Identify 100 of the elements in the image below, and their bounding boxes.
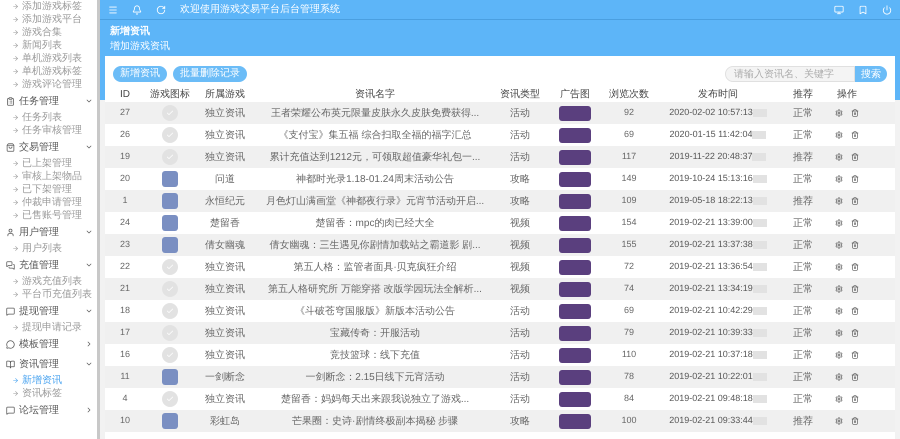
views-cell-text: 110 [620, 348, 638, 362]
settings-icon[interactable] [835, 307, 843, 315]
type-cell-text: 活动 [509, 128, 531, 142]
recommend-cell-text: 正常 [792, 128, 814, 142]
ad-image-placeholder [559, 282, 591, 296]
type-cell-text: 活动 [509, 370, 531, 384]
column-header: 资讯类型 [499, 88, 541, 102]
blank-icon-placeholder [162, 127, 178, 143]
settings-icon[interactable] [835, 263, 843, 271]
sidebar-group[interactable]: 交易管理 [0, 137, 97, 157]
trash-icon[interactable] [851, 131, 859, 139]
views-cell-text: 78 [622, 370, 635, 384]
game-cell-text: 独立资讯 [204, 260, 246, 274]
trash-icon[interactable] [851, 329, 859, 337]
arrow-icon [12, 114, 19, 121]
arrow-icon [12, 377, 19, 384]
page-subtitle: 增加游戏资讯 [110, 40, 171, 54]
sidebar-group[interactable]: 模板管理 [0, 334, 97, 354]
bag-icon [6, 142, 15, 152]
sidebar-item[interactable]: 已售账号管理 [0, 209, 97, 222]
sidebar-item[interactable]: 单机游戏标签 [0, 65, 97, 78]
sidebar-item[interactable]: 新闻列表 [0, 39, 97, 52]
id-cell-text: 16 [118, 348, 131, 362]
ad-image-placeholder [559, 392, 591, 406]
sidebar-group[interactable]: 充值管理 [0, 255, 97, 275]
settings-icon[interactable] [835, 395, 843, 403]
sidebar-item[interactable]: 添加游戏标签 [0, 0, 97, 13]
trash-icon[interactable] [851, 373, 859, 381]
type-cell-text: 活动 [509, 150, 531, 164]
settings-icon[interactable] [835, 373, 843, 381]
settings-icon[interactable] [835, 241, 843, 249]
settings-icon[interactable] [835, 153, 843, 161]
settings-icon[interactable] [835, 351, 843, 359]
news-title-cell-text: 神都时光录1.18-01.24周末活动公告 [295, 172, 455, 186]
trash-icon[interactable] [851, 395, 859, 403]
settings-icon[interactable] [835, 175, 843, 183]
time-cell-text: 2019-02-21 13:37:38 [669, 238, 753, 252]
trash-icon[interactable] [851, 153, 859, 161]
sidebar-group[interactable]: 资讯管理 [0, 354, 97, 374]
sidebar-item[interactable]: 新增资讯 [0, 374, 97, 387]
trash-icon[interactable] [851, 263, 859, 271]
sidebar-item[interactable]: 提现申请记录 [0, 321, 97, 334]
news-title-cell-text: 一剑断念：2.15日线下元宵活动 [304, 370, 446, 384]
sidebar-group[interactable]: 用户管理 [0, 222, 97, 242]
sidebar-item[interactable]: 游戏合集 [0, 26, 97, 39]
views-cell-text: 149 [620, 172, 638, 186]
news-title-cell-text: 《支付宝》集五福 综合扫取全福的福字汇总 [278, 128, 472, 142]
trash-icon[interactable] [851, 285, 859, 293]
trash-icon[interactable] [851, 219, 859, 227]
id-cell-text: 24 [118, 216, 131, 230]
game-icon-photo-placeholder [162, 369, 178, 385]
sidebar-item[interactable]: 仲裁申请管理 [0, 196, 97, 209]
type-cell-text: 攻略 [509, 172, 531, 186]
trash-icon[interactable] [851, 351, 859, 359]
sidebar-item[interactable]: 单机游戏列表 [0, 52, 97, 65]
sidebar-item[interactable]: 任务审核管理 [0, 124, 97, 137]
id-cell-text: 1 [121, 194, 128, 208]
trash-icon[interactable] [851, 241, 859, 249]
settings-icon[interactable] [835, 417, 843, 425]
search-field[interactable]: 请输入资讯名、关键字 [725, 66, 855, 82]
settings-icon[interactable] [835, 197, 843, 205]
settings-icon[interactable] [835, 109, 843, 117]
game-cell-text: 独立资讯 [204, 326, 246, 340]
views-cell-text: 69 [622, 128, 635, 142]
id-cell-text: 27 [118, 106, 131, 120]
sidebar-item[interactable]: 已下架管理 [0, 183, 97, 196]
sidebar-group[interactable]: 提现管理 [0, 301, 97, 321]
id-cell-text: 11 [119, 370, 131, 384]
trash-icon[interactable] [851, 175, 859, 183]
toolbar-button[interactable]: 新增资讯 [113, 66, 167, 82]
trash-icon[interactable] [851, 109, 859, 117]
trash-icon[interactable] [851, 307, 859, 315]
sidebar-item[interactable]: 平台币充值列表 [0, 288, 97, 301]
trash-icon[interactable] [851, 417, 859, 425]
sidebar-group[interactable]: 论坛管理 [0, 400, 97, 420]
id-cell-text: 4 [121, 392, 128, 406]
settings-icon[interactable] [835, 219, 843, 227]
views-cell-text: 154 [620, 216, 638, 230]
sidebar-item[interactable]: 审核上架物品 [0, 170, 97, 183]
settings-icon[interactable] [835, 285, 843, 293]
sidebar-item[interactable]: 游戏评论管理 [0, 78, 97, 91]
settings-icon[interactable] [835, 329, 843, 337]
sidebar-group-label: 用户管理 [19, 226, 60, 240]
sidebar-item[interactable]: 添加游戏平台 [0, 13, 97, 26]
ad-image-placeholder [559, 216, 591, 230]
sidebar-item[interactable]: 已上架管理 [0, 157, 97, 170]
column-header: ID [119, 88, 131, 102]
views-cell-text: 72 [622, 260, 635, 274]
sidebar-item[interactable]: 任务列表 [0, 111, 97, 124]
sidebar-item[interactable]: 资讯标签 [0, 387, 97, 400]
sidebar-group-label: 资讯管理 [19, 358, 60, 372]
search-button[interactable]: 搜索 [855, 66, 887, 82]
trash-icon[interactable] [851, 197, 859, 205]
settings-icon[interactable] [835, 131, 843, 139]
time-cell-text: 2019-11-22 20:48:37 [670, 150, 752, 164]
toolbar-button[interactable]: 批量删除记录 [173, 66, 247, 82]
sidebar-group[interactable]: 任务管理 [0, 91, 97, 111]
sidebar-item[interactable]: 用户列表 [0, 242, 97, 255]
sidebar-item[interactable]: 游戏充值列表 [0, 275, 97, 288]
clipboard-icon [6, 96, 15, 106]
